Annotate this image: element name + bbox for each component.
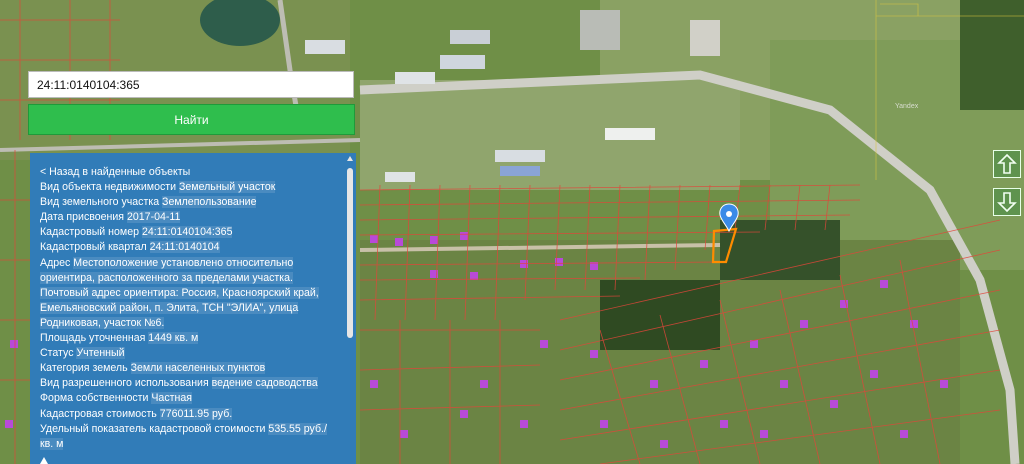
info-row-cadastral-number: Кадастровый номер 24:11:0140104:365 <box>40 226 233 239</box>
scroll-up-arrow-icon[interactable] <box>347 156 353 161</box>
expand-up-arrow-icon[interactable] <box>40 457 48 464</box>
info-row-cadastral-value: Кадастровая стоимость 776011.95 руб. <box>40 407 233 420</box>
scroll-thumb[interactable] <box>347 168 353 338</box>
info-row-permitted-use: Вид разрешенного использования ведение с… <box>40 377 318 390</box>
info-row-ownership: Форма собственности Частная <box>40 392 192 405</box>
info-row-parcel-type: Вид земельного участка Землепользование <box>40 196 257 209</box>
arrow-down-icon <box>997 192 1017 213</box>
info-row-area: Площадь уточненная 1449 кв. м <box>40 332 199 345</box>
info-row-address: Адрес Местоположение установлено относит… <box>40 256 319 329</box>
info-row-assign-date: Дата присвоения 2017-04-11 <box>40 211 181 224</box>
info-row-object-type: Вид объекта недвижимости Земельный участ… <box>40 181 276 194</box>
info-row-status: Статус Учтенный <box>40 347 125 360</box>
info-panel: < Назад в найденные объекты Вид объекта … <box>30 153 356 464</box>
info-row-land-category: Категория земель Земли населенных пункто… <box>40 362 266 375</box>
pan-up-button[interactable] <box>993 150 1021 178</box>
find-button[interactable]: Найти <box>28 104 355 135</box>
pan-down-button[interactable] <box>993 188 1021 216</box>
info-row-cadastral-quarter: Кадастровый квартал 24:11:0140104 <box>40 241 220 254</box>
cadastral-number-input[interactable] <box>29 72 353 97</box>
info-row-specific-value: Удельный показатель кадастровой стоимост… <box>40 422 327 450</box>
panel-scrollbar[interactable] <box>347 156 353 461</box>
arrow-up-icon <box>997 153 1017 174</box>
map-watermark: Yandex <box>895 103 919 110</box>
search-box[interactable] <box>28 71 354 98</box>
back-to-results-link[interactable]: < Назад в найденные объекты <box>40 165 340 180</box>
